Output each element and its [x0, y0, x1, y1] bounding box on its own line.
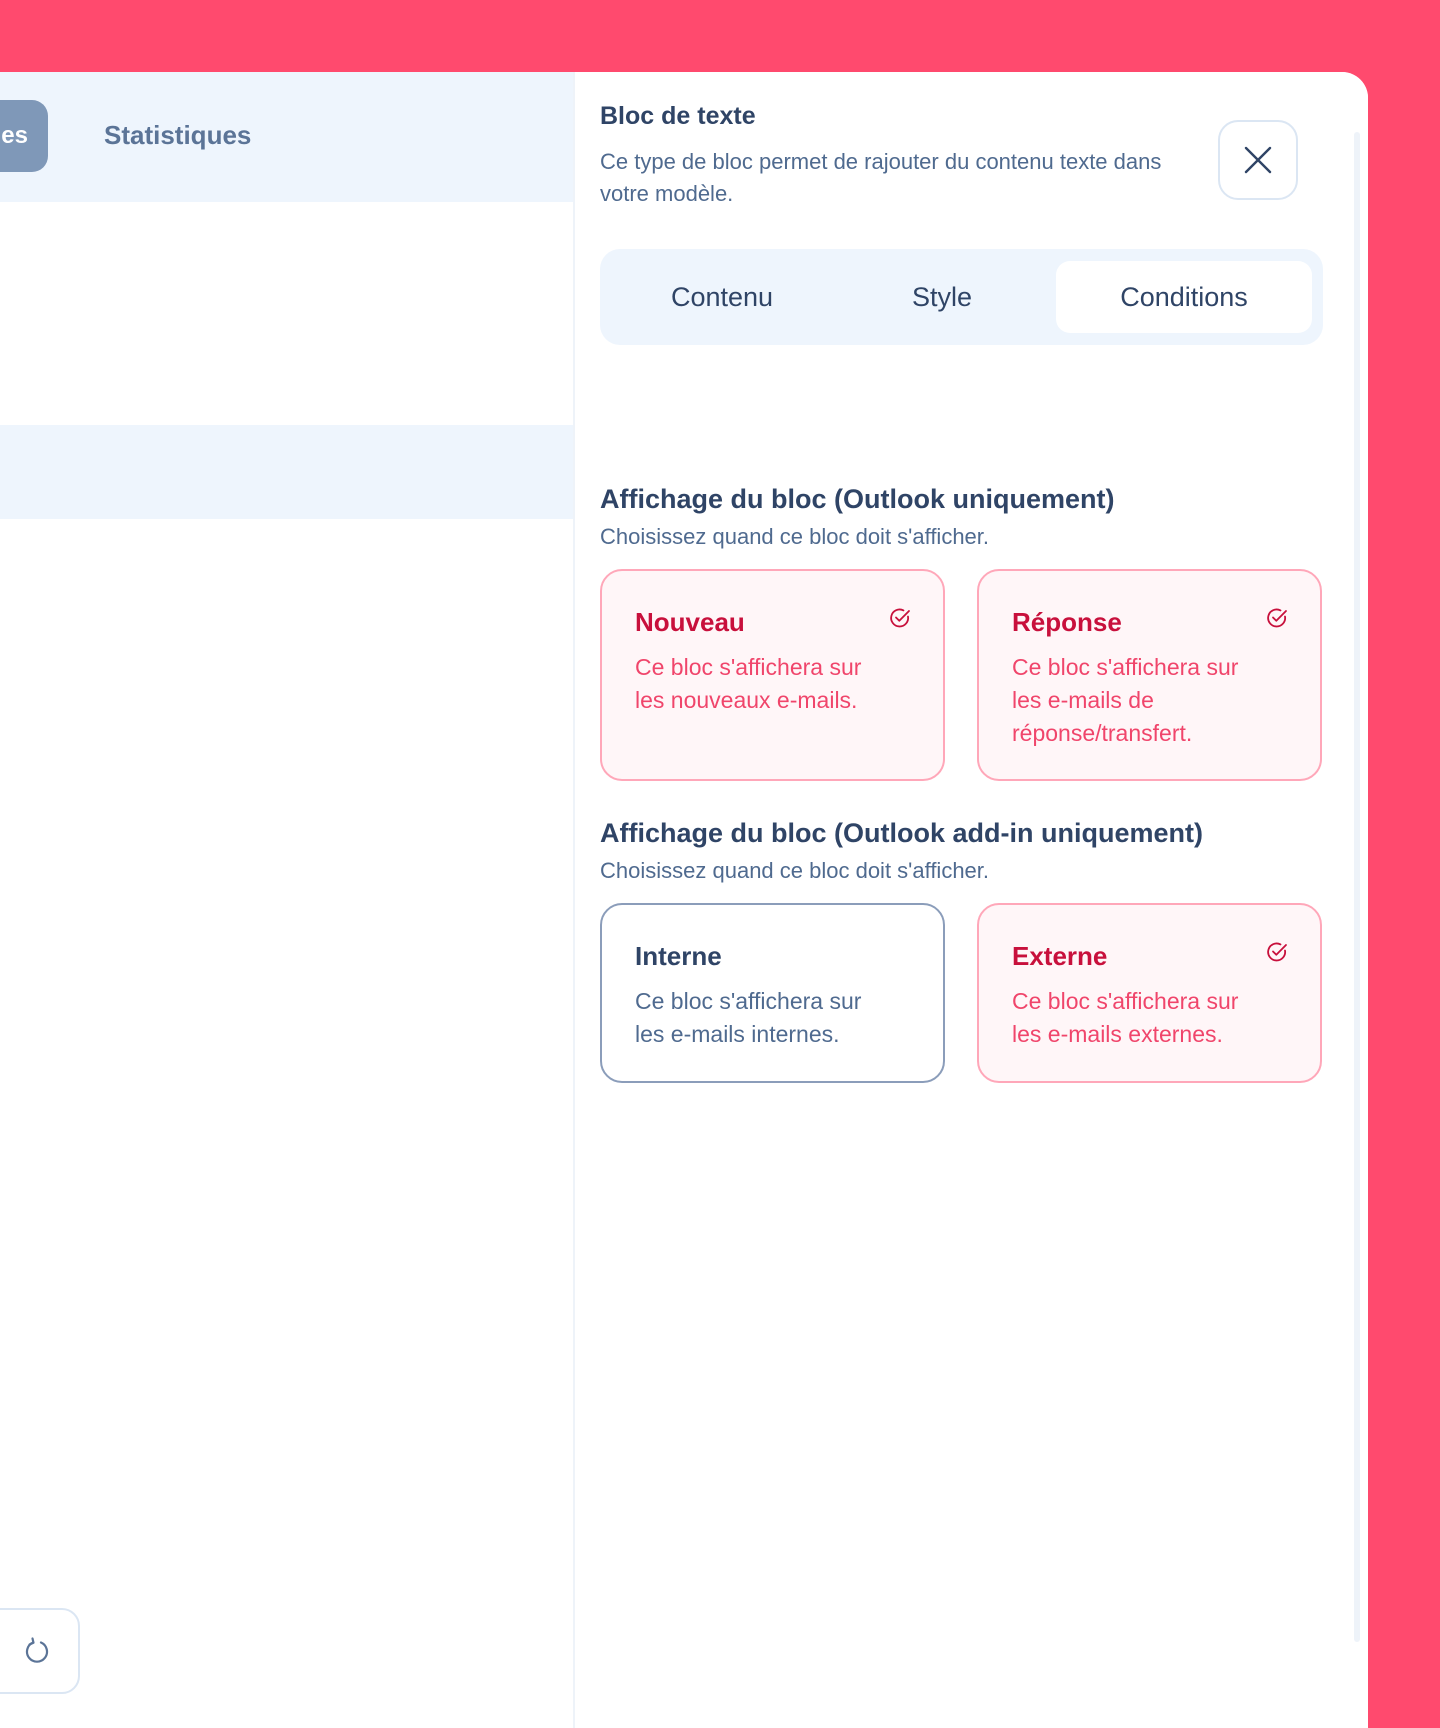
section-subtitle-outlook-addin: Choisissez quand ce bloc doit s'afficher… — [600, 858, 990, 883]
close-icon — [1244, 146, 1272, 174]
section-subtitle-outlook: Choisissez quand ce bloc doit s'afficher… — [600, 524, 990, 549]
card-title: Nouveau — [635, 607, 745, 637]
card-title: Réponse — [1012, 607, 1122, 637]
panel-description: Ce type de bloc permet de rajouter du co… — [600, 149, 1162, 206]
condition-card-reponse[interactable]: Réponse Ce bloc s'affichera sur les e-ma… — [977, 569, 1322, 781]
card-description: Ce bloc s'affichera sur les e-mails inte… — [635, 988, 862, 1047]
selected-list-row[interactable] — [0, 425, 574, 519]
condition-card-interne[interactable]: Interne Ce bloc s'affichera sur les e-ma… — [600, 903, 945, 1083]
card-title: Externe — [1012, 941, 1108, 971]
top-nav-bar: es Statistiques — [0, 72, 574, 202]
check-circle-icon — [890, 608, 910, 628]
close-button[interactable] — [1218, 120, 1298, 200]
condition-card-externe[interactable]: Externe Ce bloc s'affichera sur les e-ma… — [977, 903, 1322, 1083]
panel-scrollbar[interactable] — [1354, 132, 1360, 1642]
section-title-outlook: Affichage du bloc (Outlook uniquement) — [600, 484, 1115, 514]
section-title-outlook-addin: Affichage du bloc (Outlook add-in unique… — [600, 818, 1203, 848]
refresh-button[interactable] — [0, 1608, 80, 1694]
check-circle-icon — [1267, 608, 1287, 628]
card-description: Ce bloc s'affichera sur les e-mails de r… — [1012, 654, 1239, 746]
tab-contenu[interactable]: Contenu — [612, 261, 832, 333]
card-description: Ce bloc s'affichera sur les nouveaux e-m… — [635, 654, 862, 713]
tab-conditions[interactable]: Conditions — [1056, 261, 1312, 333]
nav-tab-active[interactable]: es — [0, 100, 48, 172]
refresh-icon — [25, 1637, 49, 1663]
panel-tabs: Contenu Style Conditions — [600, 249, 1323, 345]
condition-card-nouveau[interactable]: Nouveau Ce bloc s'affichera sur les nouv… — [600, 569, 945, 781]
nav-tab-active-label: es — [1, 122, 28, 149]
app-window: es Statistiques Bloc de texte Ce type de… — [0, 72, 1368, 1728]
panel-title: Bloc de texte — [600, 102, 756, 130]
nav-tab-statistiques[interactable]: Statistiques — [104, 120, 251, 151]
block-settings-panel: Bloc de texte Ce type de bloc permet de … — [575, 72, 1368, 1728]
check-circle-icon — [1267, 942, 1287, 962]
tab-style[interactable]: Style — [832, 261, 1052, 333]
card-title: Interne — [635, 941, 722, 971]
card-description: Ce bloc s'affichera sur les e-mails exte… — [1012, 988, 1239, 1047]
